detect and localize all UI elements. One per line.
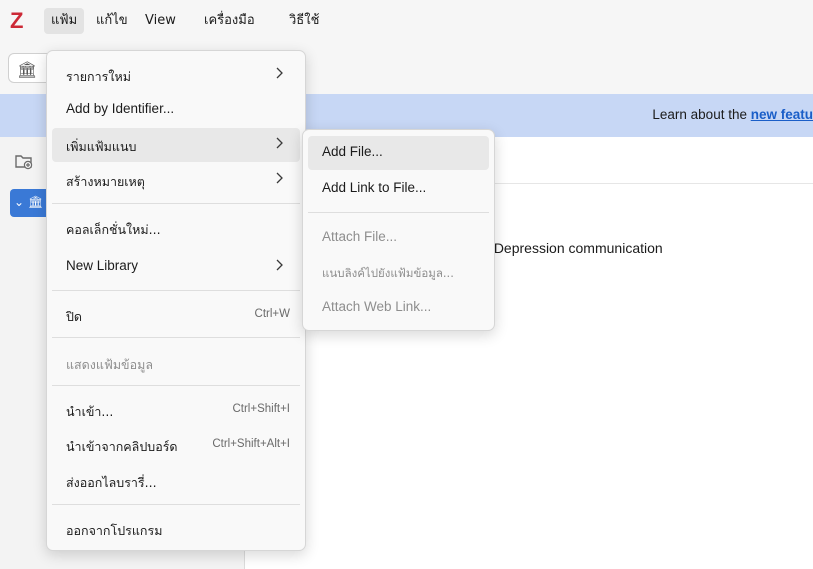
chevron-right-icon (276, 172, 283, 184)
menu-separator (52, 290, 300, 291)
menu-view[interactable]: View (138, 8, 183, 34)
menu-item-close[interactable]: ปิด Ctrl+W (52, 298, 300, 332)
menu-item-shortcut: Ctrl+Shift+Alt+I (212, 438, 290, 450)
menu-item-label: ปิด (66, 309, 83, 324)
menu-edit[interactable]: แก้ไข (89, 8, 135, 34)
menu-item-label: Attach Web Link... (322, 299, 432, 314)
submenu-item-attach-file: Attach File... (308, 221, 489, 255)
menu-item-label: ส่งออกไลบรารี่... (66, 475, 157, 490)
menu-item-new-library[interactable]: New Library (52, 250, 300, 284)
submenu-item-add-file[interactable]: Add File... (308, 136, 489, 170)
chevron-right-icon (276, 67, 283, 79)
add-attachment-submenu: Add File... Add Link to File... Attach F… (302, 129, 495, 331)
menu-item-show-file: แสดงแฟ้มข้อมูล (52, 346, 300, 380)
file-menu: รายการใหม่ Add by Identifier... เพิ่มแฟ้… (46, 50, 306, 551)
menu-separator (52, 203, 300, 204)
menu-item-label: แนบลิงค์ไปยังแฟ้มข้อมูล... (322, 266, 454, 280)
menu-item-label: รายการใหม่ (66, 69, 131, 84)
submenu-item-add-link-to-file[interactable]: Add Link to File... (308, 172, 489, 206)
expand-chevron-icon[interactable]: ⌄ (14, 195, 24, 209)
banner-prefix: Learn about the (652, 107, 751, 122)
menu-item-new-item[interactable]: รายการใหม่ (52, 58, 300, 92)
zotero-logo-icon[interactable]: Z (10, 10, 32, 32)
menu-item-new-collection[interactable]: คอลเล็กชั่นใหม่... (52, 211, 300, 245)
new-features-link[interactable]: new featu (751, 107, 813, 122)
menu-item-label: New Library (66, 258, 139, 273)
menu-help[interactable]: วิธีใช้ (282, 8, 326, 34)
menu-item-add-by-identifier[interactable]: Add by Identifier... (52, 93, 300, 127)
library-icon: 🏛 (28, 195, 44, 209)
menu-item-label: Add Link to File... (322, 180, 427, 195)
menu-item-label: Add File... (322, 144, 383, 159)
menu-item-new-note[interactable]: สร้างหมายเหตุ (52, 163, 300, 197)
menu-item-label: คอลเล็กชั่นใหม่... (66, 222, 161, 237)
menu-item-label: นำเข้า... (66, 404, 114, 419)
search-result-text: ำ = Depression communication (470, 240, 663, 256)
submenu-item-attach-web-link: Attach Web Link... (308, 291, 489, 325)
submenu-item-attach-link-to-file: แนบลิงค์ไปยังแฟ้มข้อมูล... (308, 256, 489, 290)
menu-file[interactable]: แฟ้ม (44, 8, 85, 34)
menu-item-quit[interactable]: ออกจากโปรแกรม (52, 512, 300, 546)
menu-item-label: แสดงแฟ้มข้อมูล (66, 357, 154, 372)
menu-item-label: สร้างหมายเหตุ (66, 174, 145, 189)
chevron-right-icon (276, 137, 283, 149)
menu-separator (308, 212, 489, 213)
library-icon: 🏛 (17, 60, 38, 79)
menu-item-label: เพิ่มแฟ้มแนบ (66, 139, 137, 154)
menu-separator (52, 385, 300, 386)
menu-item-import-from-clipboard[interactable]: นำเข้าจากคลิปบอร์ด Ctrl+Shift+Alt+I (52, 428, 300, 462)
menu-item-label: ออกจากโปรแกรม (66, 523, 163, 538)
chevron-right-icon (276, 259, 283, 271)
menu-separator (52, 504, 300, 505)
menu-item-add-attachment[interactable]: เพิ่มแฟ้มแนบ (52, 128, 300, 162)
menubar: Z แฟ้ม แก้ไข View เครื่องมือ วิธีใช้ (0, 0, 813, 44)
menu-tools[interactable]: เครื่องมือ (197, 8, 262, 34)
new-collection-icon[interactable] (14, 151, 36, 173)
banner-text: Learn about the new featu (652, 107, 813, 122)
menu-item-label: Attach File... (322, 229, 398, 244)
menu-item-import[interactable]: นำเข้า... Ctrl+Shift+I (52, 393, 300, 427)
menu-separator (52, 337, 300, 338)
menu-item-export-library[interactable]: ส่งออกไลบรารี่... (52, 464, 300, 498)
menu-item-label: นำเข้าจากคลิปบอร์ด (66, 439, 178, 454)
menu-item-shortcut: Ctrl+W (254, 308, 290, 320)
menu-item-shortcut: Ctrl+Shift+I (232, 403, 290, 415)
my-library-item[interactable]: ⌄ 🏛 (10, 189, 50, 217)
menu-item-label: Add by Identifier... (66, 101, 175, 116)
